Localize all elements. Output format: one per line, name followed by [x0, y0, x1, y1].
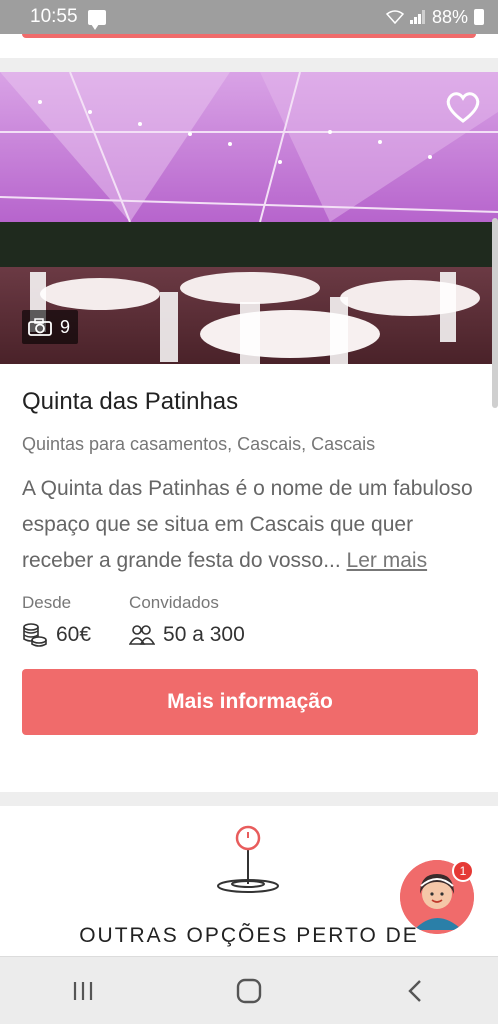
- previous-card-button-edge[interactable]: [22, 34, 476, 38]
- price-value-row: 60€: [22, 623, 91, 647]
- back-icon: [408, 979, 421, 1002]
- location-pin-icon: [217, 825, 279, 893]
- recents-button[interactable]: [53, 971, 113, 1011]
- scrollbar[interactable]: [492, 218, 498, 408]
- status-time: 10:55: [30, 6, 78, 27]
- venue-card[interactable]: 9 Quinta das Patinhas Quintas para casam…: [0, 72, 498, 792]
- camera-icon: [28, 318, 52, 336]
- venue-card-body: Quinta das Patinhas Quintas para casamen…: [0, 388, 498, 735]
- photo-count-value: 9: [60, 316, 71, 337]
- message-icon: [87, 9, 106, 30]
- guests-label: Convidados: [129, 593, 219, 612]
- price-info: Desde 60€: [22, 593, 91, 647]
- battery-percent: 88%: [431, 6, 468, 27]
- price-label: Desde: [22, 593, 72, 612]
- recents-icon: [73, 981, 93, 1000]
- venue-category: Quintas para casamentos, Cascais, Cascai…: [22, 434, 376, 454]
- venue-meta: Desde 60€ Convidados 50 a 300: [22, 593, 476, 647]
- guests-info: Convidados 50 a 300: [129, 593, 245, 647]
- home-button[interactable]: [219, 971, 279, 1011]
- wifi-icon: [385, 10, 404, 24]
- read-more-link[interactable]: Ler mais: [347, 549, 428, 572]
- guests-value-row: 50 a 300: [129, 623, 245, 647]
- signal-icon: [409, 10, 425, 24]
- screen: 10:55 88% 9 Quinta das Patinhas Quintas …: [0, 0, 498, 1024]
- coins-icon: [23, 623, 47, 647]
- status-right: 88%: [385, 6, 484, 28]
- venue-title[interactable]: Quinta das Patinhas: [22, 388, 476, 416]
- battery-icon: [474, 9, 484, 25]
- heart-icon[interactable]: [444, 90, 482, 124]
- guests-value: 50 a 300: [163, 623, 245, 646]
- previous-card: [0, 34, 498, 58]
- venue-description: A Quinta das Patinhas é o nome de um fab…: [22, 471, 476, 579]
- system-nav-bar: [0, 956, 498, 1024]
- guests-icon: [129, 625, 156, 645]
- more-info-button[interactable]: Mais informação: [22, 669, 478, 735]
- back-button[interactable]: [385, 971, 445, 1011]
- chat-notification-badge: 1: [452, 860, 474, 882]
- venue-photo[interactable]: 9: [0, 72, 498, 364]
- status-bar: 10:55 88%: [0, 0, 498, 34]
- price-value: 60€: [56, 623, 92, 646]
- home-icon: [236, 978, 262, 1003]
- photo-count-badge[interactable]: 9: [22, 310, 79, 344]
